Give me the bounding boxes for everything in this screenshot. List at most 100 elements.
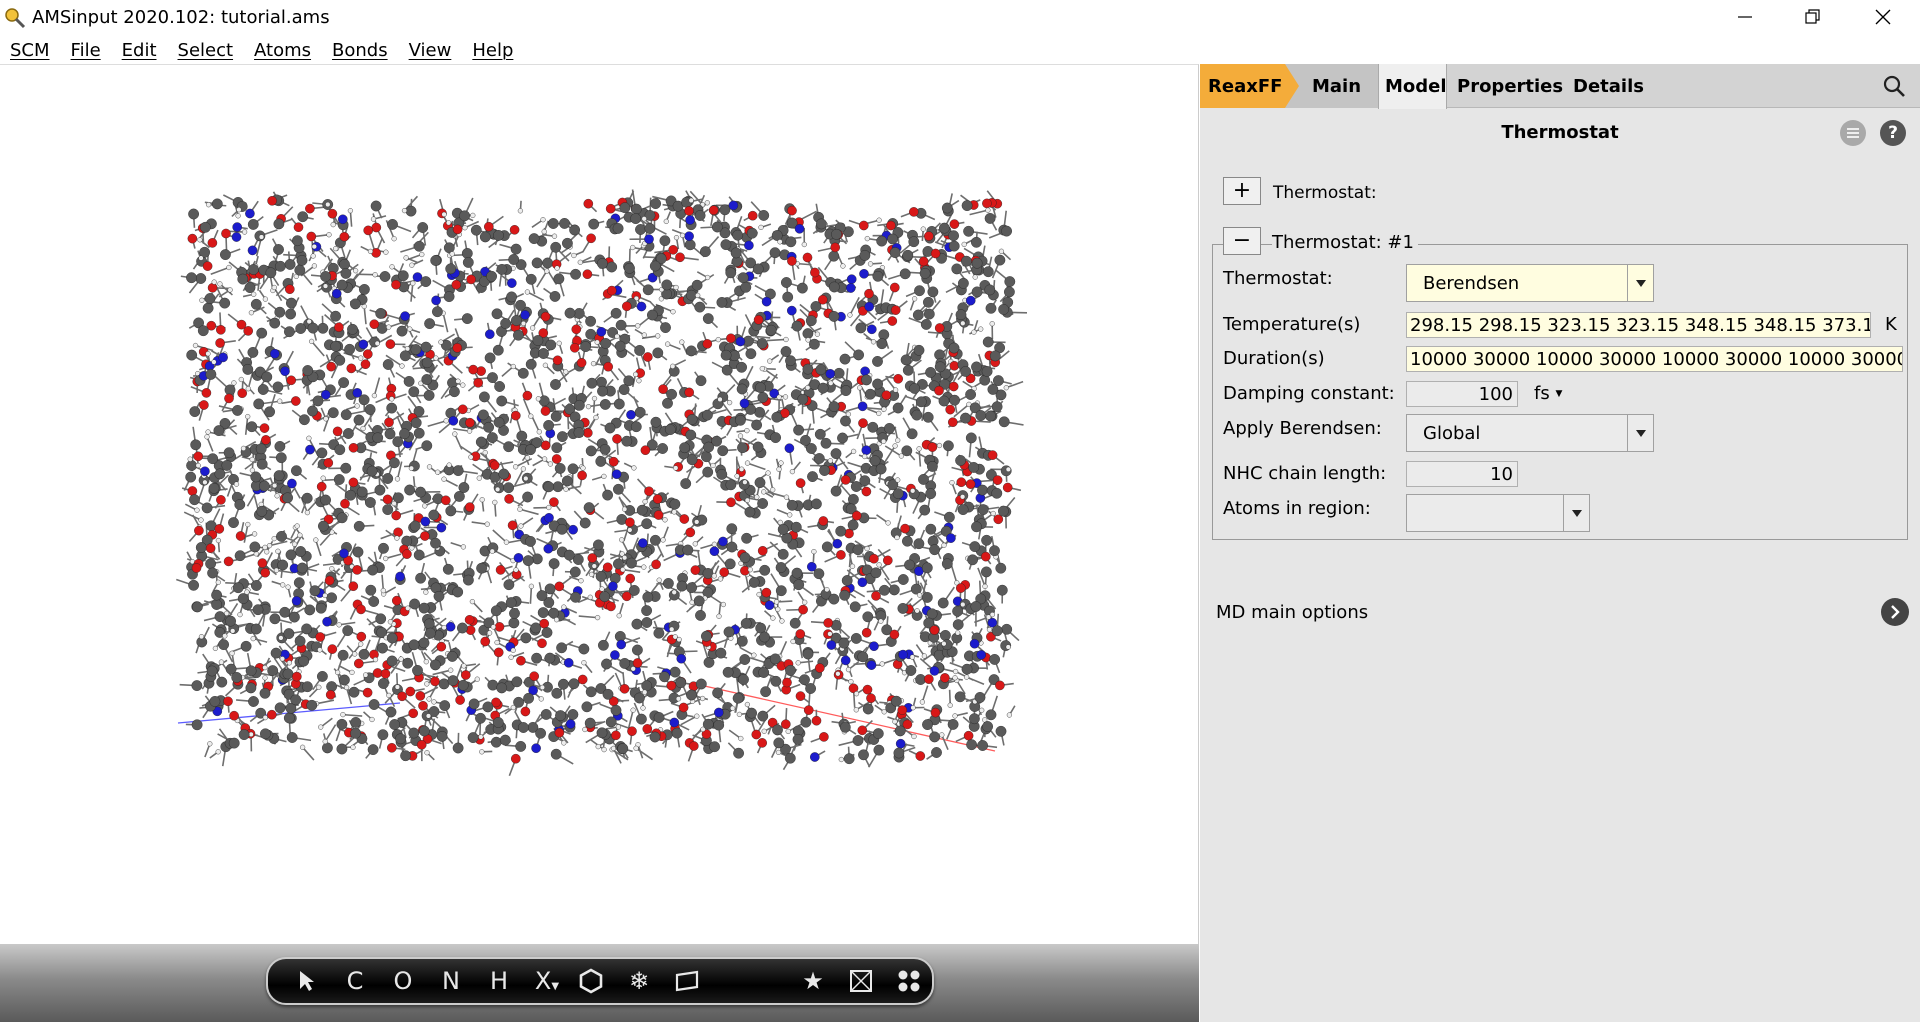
atom bbox=[256, 327, 268, 339]
atom bbox=[969, 541, 981, 552]
atom bbox=[283, 628, 295, 639]
atom bbox=[386, 402, 398, 414]
atom bbox=[726, 541, 738, 553]
atom bbox=[324, 575, 335, 586]
atom bbox=[315, 602, 327, 614]
atom bbox=[635, 323, 641, 329]
atom bbox=[985, 709, 997, 721]
close-button[interactable] bbox=[1848, 0, 1918, 34]
menu-atoms[interactable]: Atoms bbox=[254, 40, 311, 61]
atom bbox=[871, 591, 881, 601]
atom bbox=[553, 273, 565, 285]
atom bbox=[618, 384, 630, 395]
atom bbox=[876, 562, 882, 568]
atom bbox=[744, 497, 751, 503]
restore-button[interactable] bbox=[1778, 0, 1848, 34]
atom bbox=[606, 601, 616, 612]
atom bbox=[799, 674, 810, 686]
atom bbox=[965, 432, 977, 444]
atom bbox=[274, 493, 280, 499]
atom bbox=[352, 651, 358, 657]
atom bbox=[850, 481, 862, 492]
atom bbox=[340, 498, 350, 509]
atom bbox=[671, 509, 677, 515]
atom bbox=[921, 653, 928, 659]
atom bbox=[292, 541, 298, 547]
menu-view[interactable]: View bbox=[409, 40, 452, 61]
bond bbox=[966, 676, 985, 685]
atom bbox=[316, 684, 322, 690]
atom bbox=[274, 260, 286, 272]
menu-file[interactable]: File bbox=[71, 40, 101, 61]
menu-select[interactable]: Select bbox=[178, 40, 234, 61]
atom bbox=[249, 541, 261, 553]
menu-scm[interactable]: SCM bbox=[10, 40, 50, 61]
atom bbox=[439, 700, 451, 711]
atom bbox=[408, 386, 420, 398]
atom bbox=[735, 336, 746, 347]
atom bbox=[372, 432, 384, 444]
atom bbox=[685, 215, 695, 225]
atom bbox=[995, 725, 1007, 737]
bond bbox=[495, 550, 514, 562]
atom bbox=[271, 536, 277, 542]
atom bbox=[619, 537, 625, 543]
atom bbox=[612, 222, 624, 234]
atom bbox=[486, 432, 498, 443]
atom bbox=[704, 200, 710, 206]
atom bbox=[423, 589, 429, 595]
atom bbox=[802, 363, 814, 375]
atom bbox=[689, 599, 695, 606]
menu-help[interactable]: Help bbox=[472, 40, 513, 61]
atom bbox=[538, 395, 550, 407]
atom bbox=[379, 271, 391, 282]
molecular-structure[interactable] bbox=[0, 65, 1199, 945]
atom bbox=[347, 208, 354, 214]
atom bbox=[636, 301, 647, 312]
menu-edit[interactable]: Edit bbox=[122, 40, 157, 61]
atom bbox=[257, 384, 269, 395]
bond bbox=[210, 266, 230, 275]
atom bbox=[622, 301, 632, 312]
minimize-button[interactable] bbox=[1710, 0, 1780, 34]
atom bbox=[353, 520, 365, 532]
atom bbox=[991, 625, 1003, 637]
atom bbox=[985, 410, 996, 422]
atom bbox=[192, 342, 199, 349]
atom bbox=[958, 277, 969, 289]
atom bbox=[389, 264, 395, 270]
atom bbox=[694, 519, 700, 525]
atom bbox=[726, 497, 736, 508]
atom bbox=[476, 366, 486, 376]
atom bbox=[695, 678, 707, 690]
atom bbox=[684, 231, 694, 241]
atom bbox=[631, 203, 642, 215]
molecule-viewport[interactable] bbox=[0, 64, 1199, 1022]
atom bbox=[857, 651, 869, 663]
atom bbox=[711, 541, 718, 547]
atom bbox=[643, 352, 653, 362]
atom bbox=[655, 333, 661, 339]
atom bbox=[333, 246, 339, 252]
atom bbox=[929, 731, 940, 743]
atom bbox=[426, 464, 433, 470]
atom bbox=[647, 309, 658, 321]
menu-bonds[interactable]: Bonds bbox=[332, 40, 388, 61]
atom bbox=[781, 277, 792, 288]
atom bbox=[334, 444, 346, 456]
atom bbox=[765, 324, 777, 336]
atom bbox=[509, 608, 520, 619]
atom bbox=[952, 668, 959, 675]
atom bbox=[255, 443, 267, 455]
atom bbox=[367, 564, 378, 576]
atom bbox=[409, 262, 415, 268]
atom bbox=[769, 247, 781, 259]
atom bbox=[880, 438, 887, 445]
atom bbox=[709, 546, 720, 557]
atom bbox=[828, 380, 834, 386]
atom bbox=[659, 235, 671, 247]
atom bbox=[229, 710, 239, 721]
atom bbox=[741, 532, 752, 544]
atom bbox=[218, 639, 230, 650]
atom bbox=[940, 630, 951, 641]
